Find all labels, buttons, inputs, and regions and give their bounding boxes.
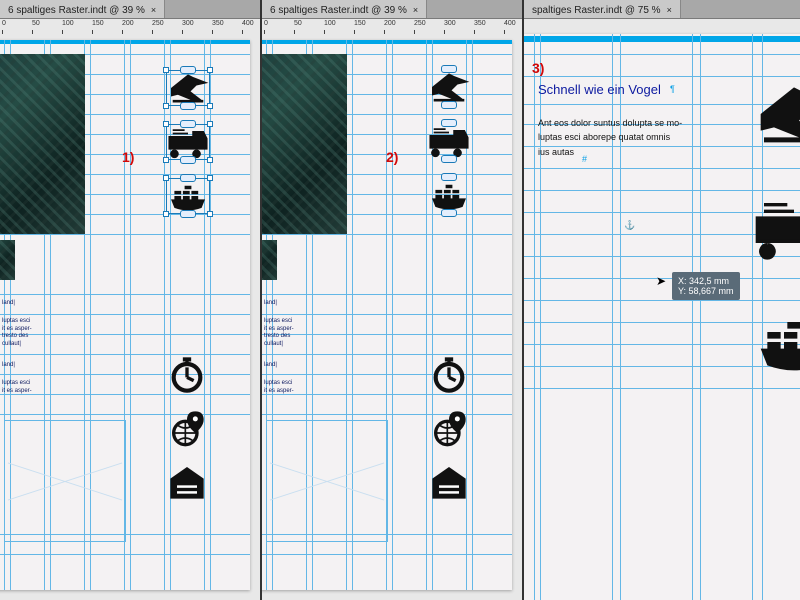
coord-y: Y: 58,667 mm (678, 286, 734, 296)
hidden-char-icon: # (582, 154, 587, 164)
ship-icon[interactable] (166, 178, 210, 214)
pane-3: spaltiges Raster.indt @ 75 % × (524, 0, 800, 600)
coord-x: X: 342,5 mm (678, 276, 734, 286)
text-block[interactable]: land| (2, 300, 15, 308)
truck-icon[interactable] (754, 190, 800, 266)
text-block[interactable]: land| (264, 300, 277, 308)
pane-2: 6 spaltiges Raster.indt @ 39 % × 0 50 10… (262, 0, 524, 600)
close-icon[interactable]: × (413, 5, 418, 15)
annotation-number: 3) (532, 60, 544, 76)
tab-label: 6 spaltiges Raster.indt @ 39 % (270, 5, 407, 16)
plane-icon[interactable] (166, 70, 210, 106)
canvas[interactable]: land| luptas esci it es asper- tresto de… (262, 34, 522, 600)
tab-bar: 6 spaltiges Raster.indt @ 39 % × (262, 0, 522, 19)
coordinate-tooltip: X: 342,5 mm Y: 58,667 mm (672, 272, 740, 300)
globe-pin-icon[interactable] (166, 408, 208, 448)
document-page[interactable]: land| luptas esci it es asper- tresto de… (262, 40, 512, 590)
tab-label: 6 spaltiges Raster.indt @ 39 % (8, 5, 145, 16)
text-block[interactable]: land| (2, 362, 15, 370)
text-block[interactable]: luptas esci it es asper- tresto des cull… (264, 318, 294, 348)
annotation-number: 2) (386, 149, 398, 165)
document-page[interactable]: Schnell wie ein Vogel ¶ Ant eos dolor su… (524, 34, 800, 600)
truck-icon[interactable] (166, 124, 210, 160)
document-page[interactable]: land| luptas esci it es asper- tresto de… (0, 40, 250, 590)
annotation-number: 1) (122, 149, 134, 165)
empty-frame[interactable] (4, 420, 126, 542)
canvas[interactable]: Schnell wie ein Vogel ¶ Ant eos dolor su… (524, 34, 800, 600)
globe-pin-icon[interactable] (428, 408, 470, 448)
document-tab[interactable]: 6 spaltiges Raster.indt @ 39 % × (0, 0, 165, 18)
ship-icon[interactable] (428, 178, 470, 212)
text-block[interactable]: luptas esci it es asper- (264, 380, 294, 395)
photo-placeholder[interactable] (262, 240, 277, 280)
stopwatch-icon[interactable] (166, 354, 208, 394)
warehouse-icon[interactable] (428, 462, 470, 502)
stopwatch-icon[interactable] (428, 354, 470, 394)
empty-frame[interactable] (266, 420, 388, 542)
ship-icon[interactable] (754, 304, 800, 380)
headline[interactable]: Schnell wie ein Vogel (538, 82, 661, 97)
tab-bar: 6 spaltiges Raster.indt @ 39 % × (0, 0, 260, 19)
document-tab[interactable]: 6 spaltiges Raster.indt @ 39 % × (262, 0, 427, 18)
tab-label: spaltiges Raster.indt @ 75 % (532, 5, 661, 16)
warehouse-icon[interactable] (166, 462, 208, 502)
pane-1: 6 spaltiges Raster.indt @ 39 % × 0 50 10… (0, 0, 262, 600)
plane-icon[interactable] (428, 70, 470, 104)
truck-icon[interactable] (428, 124, 470, 158)
三-up-comparison: 6 spaltiges Raster.indt @ 39 % × 0 50 10… (0, 0, 800, 600)
anchor-icon: ⚓ (624, 220, 635, 231)
plane-icon[interactable] (754, 76, 800, 152)
close-icon[interactable]: × (667, 5, 672, 15)
text-block[interactable]: land| (264, 362, 277, 370)
hidden-char-icon: ¶ (670, 84, 675, 94)
close-icon[interactable]: × (151, 5, 156, 15)
canvas[interactable]: land| luptas esci it es asper- tresto de… (0, 34, 260, 600)
cursor-icon: ➤ (656, 274, 666, 288)
tab-bar: spaltiges Raster.indt @ 75 % × (524, 0, 800, 19)
text-block[interactable]: luptas esci it es asper- (2, 380, 32, 395)
photo-placeholder[interactable] (0, 54, 85, 234)
document-tab[interactable]: spaltiges Raster.indt @ 75 % × (524, 0, 681, 18)
text-block[interactable]: luptas esci it es asper- tresto des cull… (2, 318, 32, 348)
photo-placeholder[interactable] (262, 54, 347, 234)
body-text[interactable]: Ant eos dolor suntus dolupta se mo- lupt… (538, 116, 682, 159)
photo-placeholder[interactable] (0, 240, 15, 280)
